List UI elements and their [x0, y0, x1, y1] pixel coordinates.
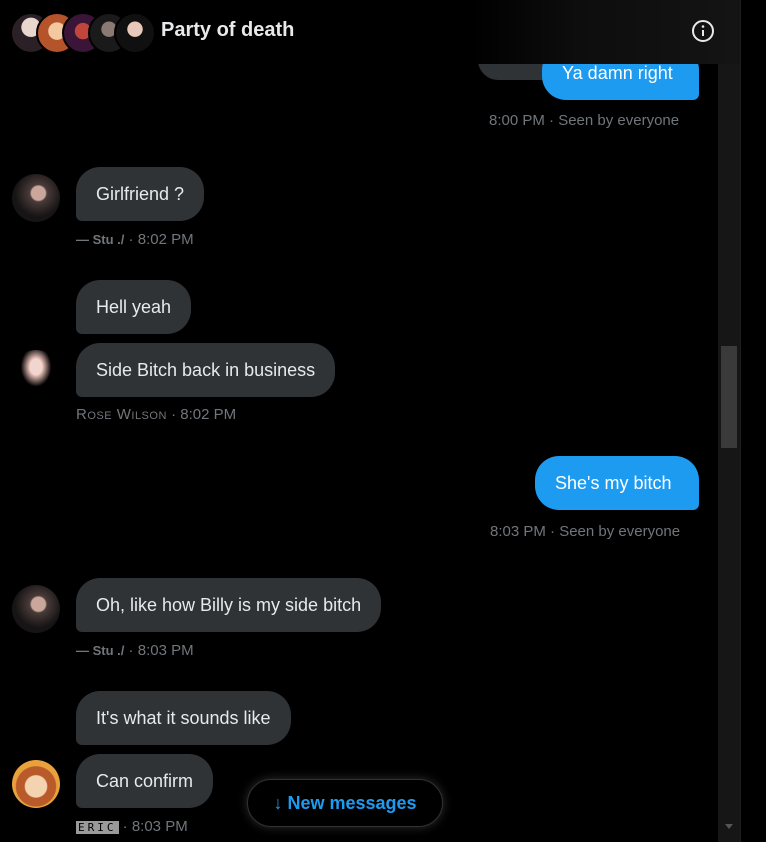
message-time: · 8:02 PM: [124, 231, 194, 248]
message-meta: 8:03 PM · Seen by everyone: [490, 523, 681, 540]
message-bubble[interactable]: Oh, like how Billy is my side bitch: [76, 578, 382, 632]
new-messages-button[interactable]: ↓ New messages: [247, 779, 443, 827]
conversation-title[interactable]: Party of death: [161, 19, 294, 42]
sender-name[interactable]: Rose Wilson: [76, 406, 167, 423]
info-circle-icon[interactable]: [691, 19, 715, 43]
sender-name[interactable]: ERIC: [76, 820, 119, 834]
group-avatars[interactable]: [10, 12, 156, 54]
message-time: · 8:03 PM: [118, 818, 188, 835]
conversation-header: Party of death: [0, 0, 740, 64]
dm-conversation: Party of death Ya damn right 8:00 PM · S…: [0, 0, 740, 842]
message-bubble[interactable]: Hell yeah: [76, 280, 192, 334]
message-meta: ERIC · 8:03 PM: [76, 818, 188, 835]
scrollbar[interactable]: [718, 64, 740, 842]
message-meta: — Stu ./ · 8:02 PM: [76, 231, 194, 248]
message-time: · 8:02 PM: [166, 406, 237, 423]
scrollbar-thumb[interactable]: [721, 346, 737, 448]
message-bubble[interactable]: Can confirm: [76, 754, 214, 808]
message-meta: Rose Wilson · 8:02 PM: [76, 406, 236, 423]
scroll-down-arrow-icon[interactable]: [725, 824, 733, 829]
group-avatar-5: [114, 12, 156, 54]
message-bubble[interactable]: Side Bitch back in business: [76, 343, 336, 397]
eric-avatar[interactable]: [12, 760, 60, 808]
sender-name[interactable]: — Stu ./: [76, 643, 124, 658]
message-time: · 8:03 PM: [124, 642, 194, 659]
stu-avatar[interactable]: [12, 174, 60, 222]
message-meta: — Stu ./ · 8:03 PM: [76, 642, 194, 659]
message-bubble[interactable]: She's my bitch: [535, 456, 699, 510]
message-meta: 8:00 PM · Seen by everyone: [489, 112, 680, 129]
sender-name[interactable]: — Stu ./: [76, 232, 124, 247]
rose-avatar[interactable]: [12, 350, 60, 398]
stu-avatar[interactable]: [12, 585, 60, 633]
window-edge: [740, 0, 766, 842]
message-bubble[interactable]: It's what it sounds like: [76, 691, 291, 745]
message-bubble[interactable]: Girlfriend ?: [76, 167, 205, 221]
